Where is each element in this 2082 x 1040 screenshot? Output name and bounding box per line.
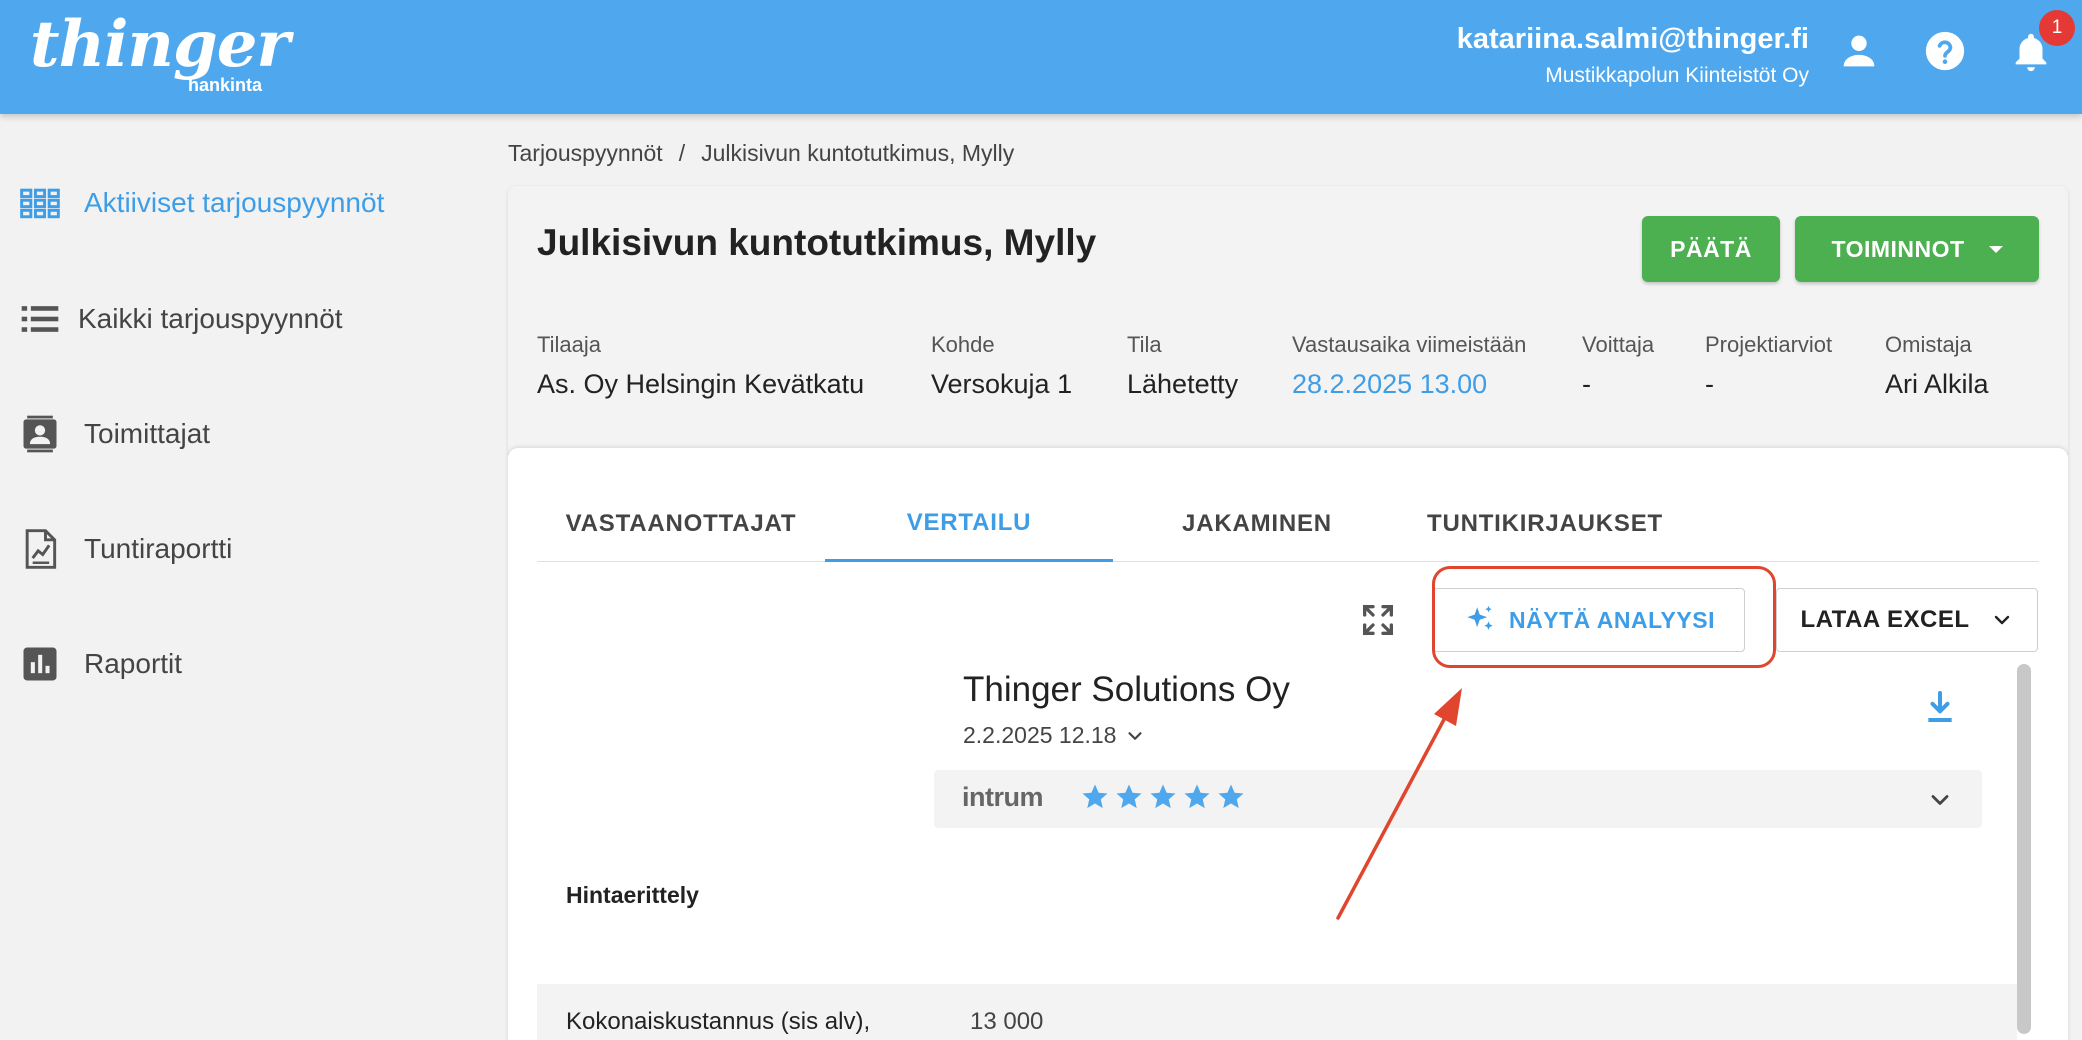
meta-winner: Voittaja - — [1582, 330, 1654, 406]
meta-value: Versokuja 1 — [931, 369, 1073, 399]
breadcrumb: Tarjouspyynnöt / Julkisivun kuntotutkimus,… — [508, 140, 1014, 167]
actions-button[interactable]: TOIMINNOT — [1795, 216, 2039, 282]
supplier-name: Thinger Solutions Oy — [963, 670, 1290, 709]
page-title: Julkisivun kuntotutkimus, Mylly — [537, 222, 1097, 263]
notification-badge: 1 — [2039, 10, 2075, 46]
user-company: Mustikkapolun Kiinteistöt Oy — [1545, 64, 1809, 87]
list-icon — [21, 306, 59, 332]
sidebar-item-suppliers[interactable]: Toimittajat — [18, 409, 210, 459]
user-info: katariina.salmi@thinger.fi Mustikkapolun… — [1457, 20, 1809, 94]
row-label-total-cost: Kokonaiskustannus (sis alv), — [566, 1008, 871, 1035]
download-excel-label: LATAA EXCEL — [1800, 606, 1970, 633]
actions-button-label: TOIMINNOT — [1831, 235, 1965, 262]
sidebar-item-label: Toimittajat — [84, 418, 211, 449]
meta-value: Ari Alkila — [1885, 369, 1989, 399]
star-icon — [1184, 784, 1210, 809]
rating-stars — [1080, 782, 1250, 812]
tab-comparison[interactable]: VERTAILU — [825, 486, 1113, 562]
meta-value: As. Oy Helsingin Kevätkatu — [537, 369, 865, 399]
caret-down-icon — [1988, 245, 2003, 253]
breadcrumb-root-link[interactable]: Tarjouspyynnöt — [508, 140, 663, 166]
annotation-arrow — [1336, 688, 1462, 920]
star-icon — [1150, 784, 1176, 809]
thinger-logo[interactable]: thinger hankinta — [30, 7, 290, 96]
meta-owner: Omistaja Ari Alkila — [1885, 330, 1989, 406]
highlight-annotation-box — [1432, 566, 1776, 668]
account-icon[interactable] — [1836, 28, 1882, 74]
sidebar-item-label: Raportit — [84, 648, 183, 679]
grid-icon — [20, 188, 60, 219]
chevron-down-icon — [1128, 731, 1143, 740]
rating-provider-logo: intrum — [962, 782, 1044, 812]
star-icon — [1218, 784, 1244, 809]
star-icon — [1082, 784, 1108, 809]
sidebar-item-label: Aktiiviset tarjouspyynnöt — [84, 187, 385, 218]
meta-label: Voittaja — [1582, 332, 1655, 357]
meta-label: Tila — [1127, 332, 1162, 357]
sidebar-item-active-requests[interactable]: Aktiiviset tarjouspyynnöt — [18, 178, 384, 228]
row-value-total-cost: 13 000 — [970, 1008, 1044, 1035]
breadcrumb-separator: / — [678, 140, 686, 166]
decide-button[interactable]: PÄÄTÄ — [1642, 216, 1780, 282]
sidebar-item-label: Kaikki tarjouspyynnöt — [78, 303, 343, 334]
meta-status: Tila Lähetetty — [1127, 330, 1238, 406]
sidebar-item-all-requests[interactable]: Kaikki tarjouspyynnöt — [18, 294, 343, 344]
download-icon[interactable] — [1920, 688, 1960, 728]
meta-value: - — [1705, 369, 1714, 399]
contact-card-icon — [23, 415, 57, 453]
sidebar-item-label: Tuntiraportti — [84, 533, 233, 564]
decide-button-label: PÄÄTÄ — [1670, 235, 1752, 262]
comparison-card: VASTAANOTTAJAT VERTAILU JAKAMINEN TUNTIK… — [508, 448, 2068, 1040]
meta-target: Kohde Versokuja 1 — [931, 330, 1072, 406]
meta-value: - — [1582, 369, 1591, 399]
tab-sharing[interactable]: JAKAMINEN — [1113, 486, 1401, 562]
meta-label: Tilaaja — [537, 332, 601, 357]
top-bar: thinger hankinta katariina.salmi@thinger… — [0, 0, 2082, 114]
download-excel-button[interactable]: LATAA EXCEL — [1776, 588, 2038, 652]
report-chart-icon — [25, 529, 57, 569]
star-icon — [1116, 784, 1142, 809]
meta-label: Projektiarviot — [1705, 332, 1833, 357]
deadline-link[interactable]: 28.2.2025 13.00 — [1292, 362, 1526, 406]
tab-time-entries[interactable]: TUNTIKIRJAUKSET — [1401, 486, 1689, 562]
tab-bar: VASTAANOTTAJAT VERTAILU JAKAMINEN TUNTIK… — [537, 486, 2039, 562]
meta-label: Vastausaika viimeistään — [1292, 332, 1527, 357]
sidebar-item-reports[interactable]: Raportit — [18, 639, 182, 689]
breadcrumb-current: Julkisivun kuntotutkimus, Mylly — [701, 140, 1015, 166]
meta-label: Kohde — [931, 332, 995, 357]
price-breakdown-heading: Hintaerittely — [566, 882, 699, 908]
vertical-scrollbar[interactable] — [2017, 664, 2031, 1034]
meta-deadline: Vastausaika viimeistään 28.2.2025 13.00 — [1292, 330, 1526, 406]
chevron-down-icon — [1994, 615, 2009, 625]
tab-recipients[interactable]: VASTAANOTTAJAT — [537, 486, 825, 562]
logo-subtitle: hankinta — [188, 75, 263, 95]
bar-chart-icon — [23, 647, 57, 681]
user-email: katariina.salmi@thinger.fi — [1456, 23, 1809, 55]
meta-project-estimates: Projektiarviot - — [1705, 330, 1832, 406]
sidebar-item-hour-report[interactable]: Tuntiraportti — [18, 524, 232, 574]
meta-value: Lähetetty — [1127, 369, 1239, 399]
meta-label: Omistaja — [1885, 332, 1972, 357]
meta-orderer: Tilaaja As. Oy Helsingin Kevätkatu — [537, 330, 864, 406]
request-header-card: Julkisivun kuntotutkimus, Mylly PÄÄTÄ TO… — [508, 186, 2068, 458]
expand-chevron-icon[interactable] — [1926, 786, 1954, 814]
help-icon[interactable] — [1922, 28, 1968, 74]
offer-date-selector[interactable]: 2.2.2025 12.18 — [963, 722, 1146, 749]
offer-date: 2.2.2025 12.18 — [963, 722, 1117, 748]
logo-wordmark: thinger — [30, 7, 290, 82]
fullscreen-icon[interactable] — [1358, 600, 1398, 640]
